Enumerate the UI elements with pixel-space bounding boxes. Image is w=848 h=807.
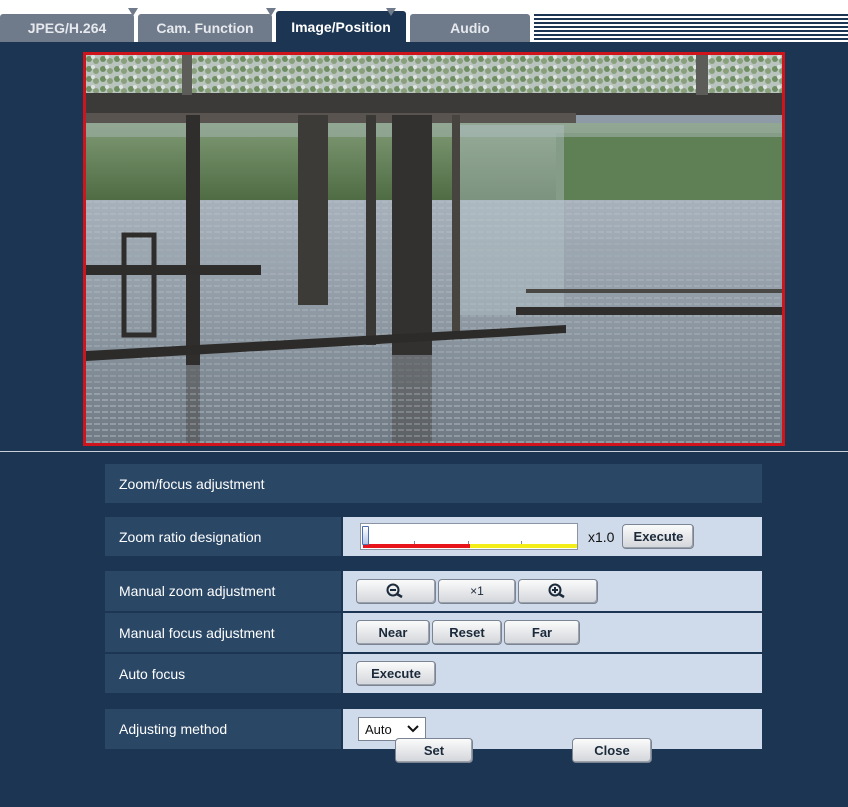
tab-image-position[interactable]: Image/Position (276, 11, 406, 42)
tab-cam-function[interactable]: Cam. Function (138, 14, 272, 42)
adjusting-method-label: Adjusting method (119, 721, 228, 737)
auto-focus-execute-button[interactable]: Execute (356, 661, 436, 686)
zoom-track-extra (470, 544, 577, 548)
live-camera-image[interactable] (83, 52, 785, 446)
adjusting-method-label-cell: Adjusting method (105, 709, 341, 749)
zoom-in-icon (548, 583, 565, 599)
auto-focus-value-cell: Execute (343, 654, 762, 693)
zoom-track-optical (363, 544, 470, 548)
zoom-slider-thumb[interactable] (362, 526, 369, 545)
zoom-in-button[interactable] (518, 578, 598, 604)
set-button[interactable]: Set (395, 738, 473, 763)
zoom-x1-button[interactable]: ×1 (438, 578, 516, 604)
chevron-down-icon (407, 725, 419, 733)
manual-focus-value-cell: Near Reset Far (343, 613, 762, 652)
zoom-out-icon (386, 583, 403, 599)
manual-zoom-label-cell: Manual zoom adjustment (105, 571, 341, 611)
zoom-ratio-label: Zoom ratio designation (119, 528, 262, 545)
manual-zoom-label: Manual zoom adjustment (119, 583, 276, 599)
auto-focus-label-cell: Auto focus (105, 654, 341, 693)
manual-zoom-value-cell: ×1 (343, 571, 762, 611)
focus-near-button[interactable]: Near (356, 620, 430, 645)
close-button[interactable]: Close (572, 738, 652, 763)
zoom-ratio-value-cell: x1.0 Execute (343, 517, 762, 556)
manual-focus-label: Manual focus adjustment (119, 624, 275, 641)
slider-tick (468, 541, 469, 544)
tab-jpeg-h264[interactable]: JPEG/H.264 (0, 14, 134, 42)
adjusting-method-selected: Auto (365, 721, 392, 737)
section-divider (0, 451, 848, 452)
tab-audio[interactable]: Audio (410, 14, 530, 42)
section-header: Zoom/focus adjustment (105, 464, 762, 503)
section-title: Zoom/focus adjustment (119, 475, 265, 492)
manual-focus-label-cell: Manual focus adjustment (105, 613, 341, 652)
zoom-ratio-slider[interactable] (360, 523, 578, 550)
zoom-out-button[interactable] (356, 578, 436, 604)
slider-tick (521, 541, 522, 544)
slider-tick (414, 541, 415, 544)
zoom-ratio-readout: x1.0 (588, 528, 615, 545)
zoom-execute-button[interactable]: Execute (622, 524, 695, 549)
zoom-ratio-label-cell: Zoom ratio designation (105, 517, 341, 556)
focus-reset-button[interactable]: Reset (432, 620, 502, 645)
camera-scene-icon (86, 55, 782, 443)
tab-bar: JPEG/H.264 Cam. Function Image/Position … (0, 0, 848, 42)
auto-focus-label: Auto focus (119, 665, 186, 682)
tab-bar-stripes (534, 14, 848, 42)
focus-far-button[interactable]: Far (504, 620, 580, 645)
